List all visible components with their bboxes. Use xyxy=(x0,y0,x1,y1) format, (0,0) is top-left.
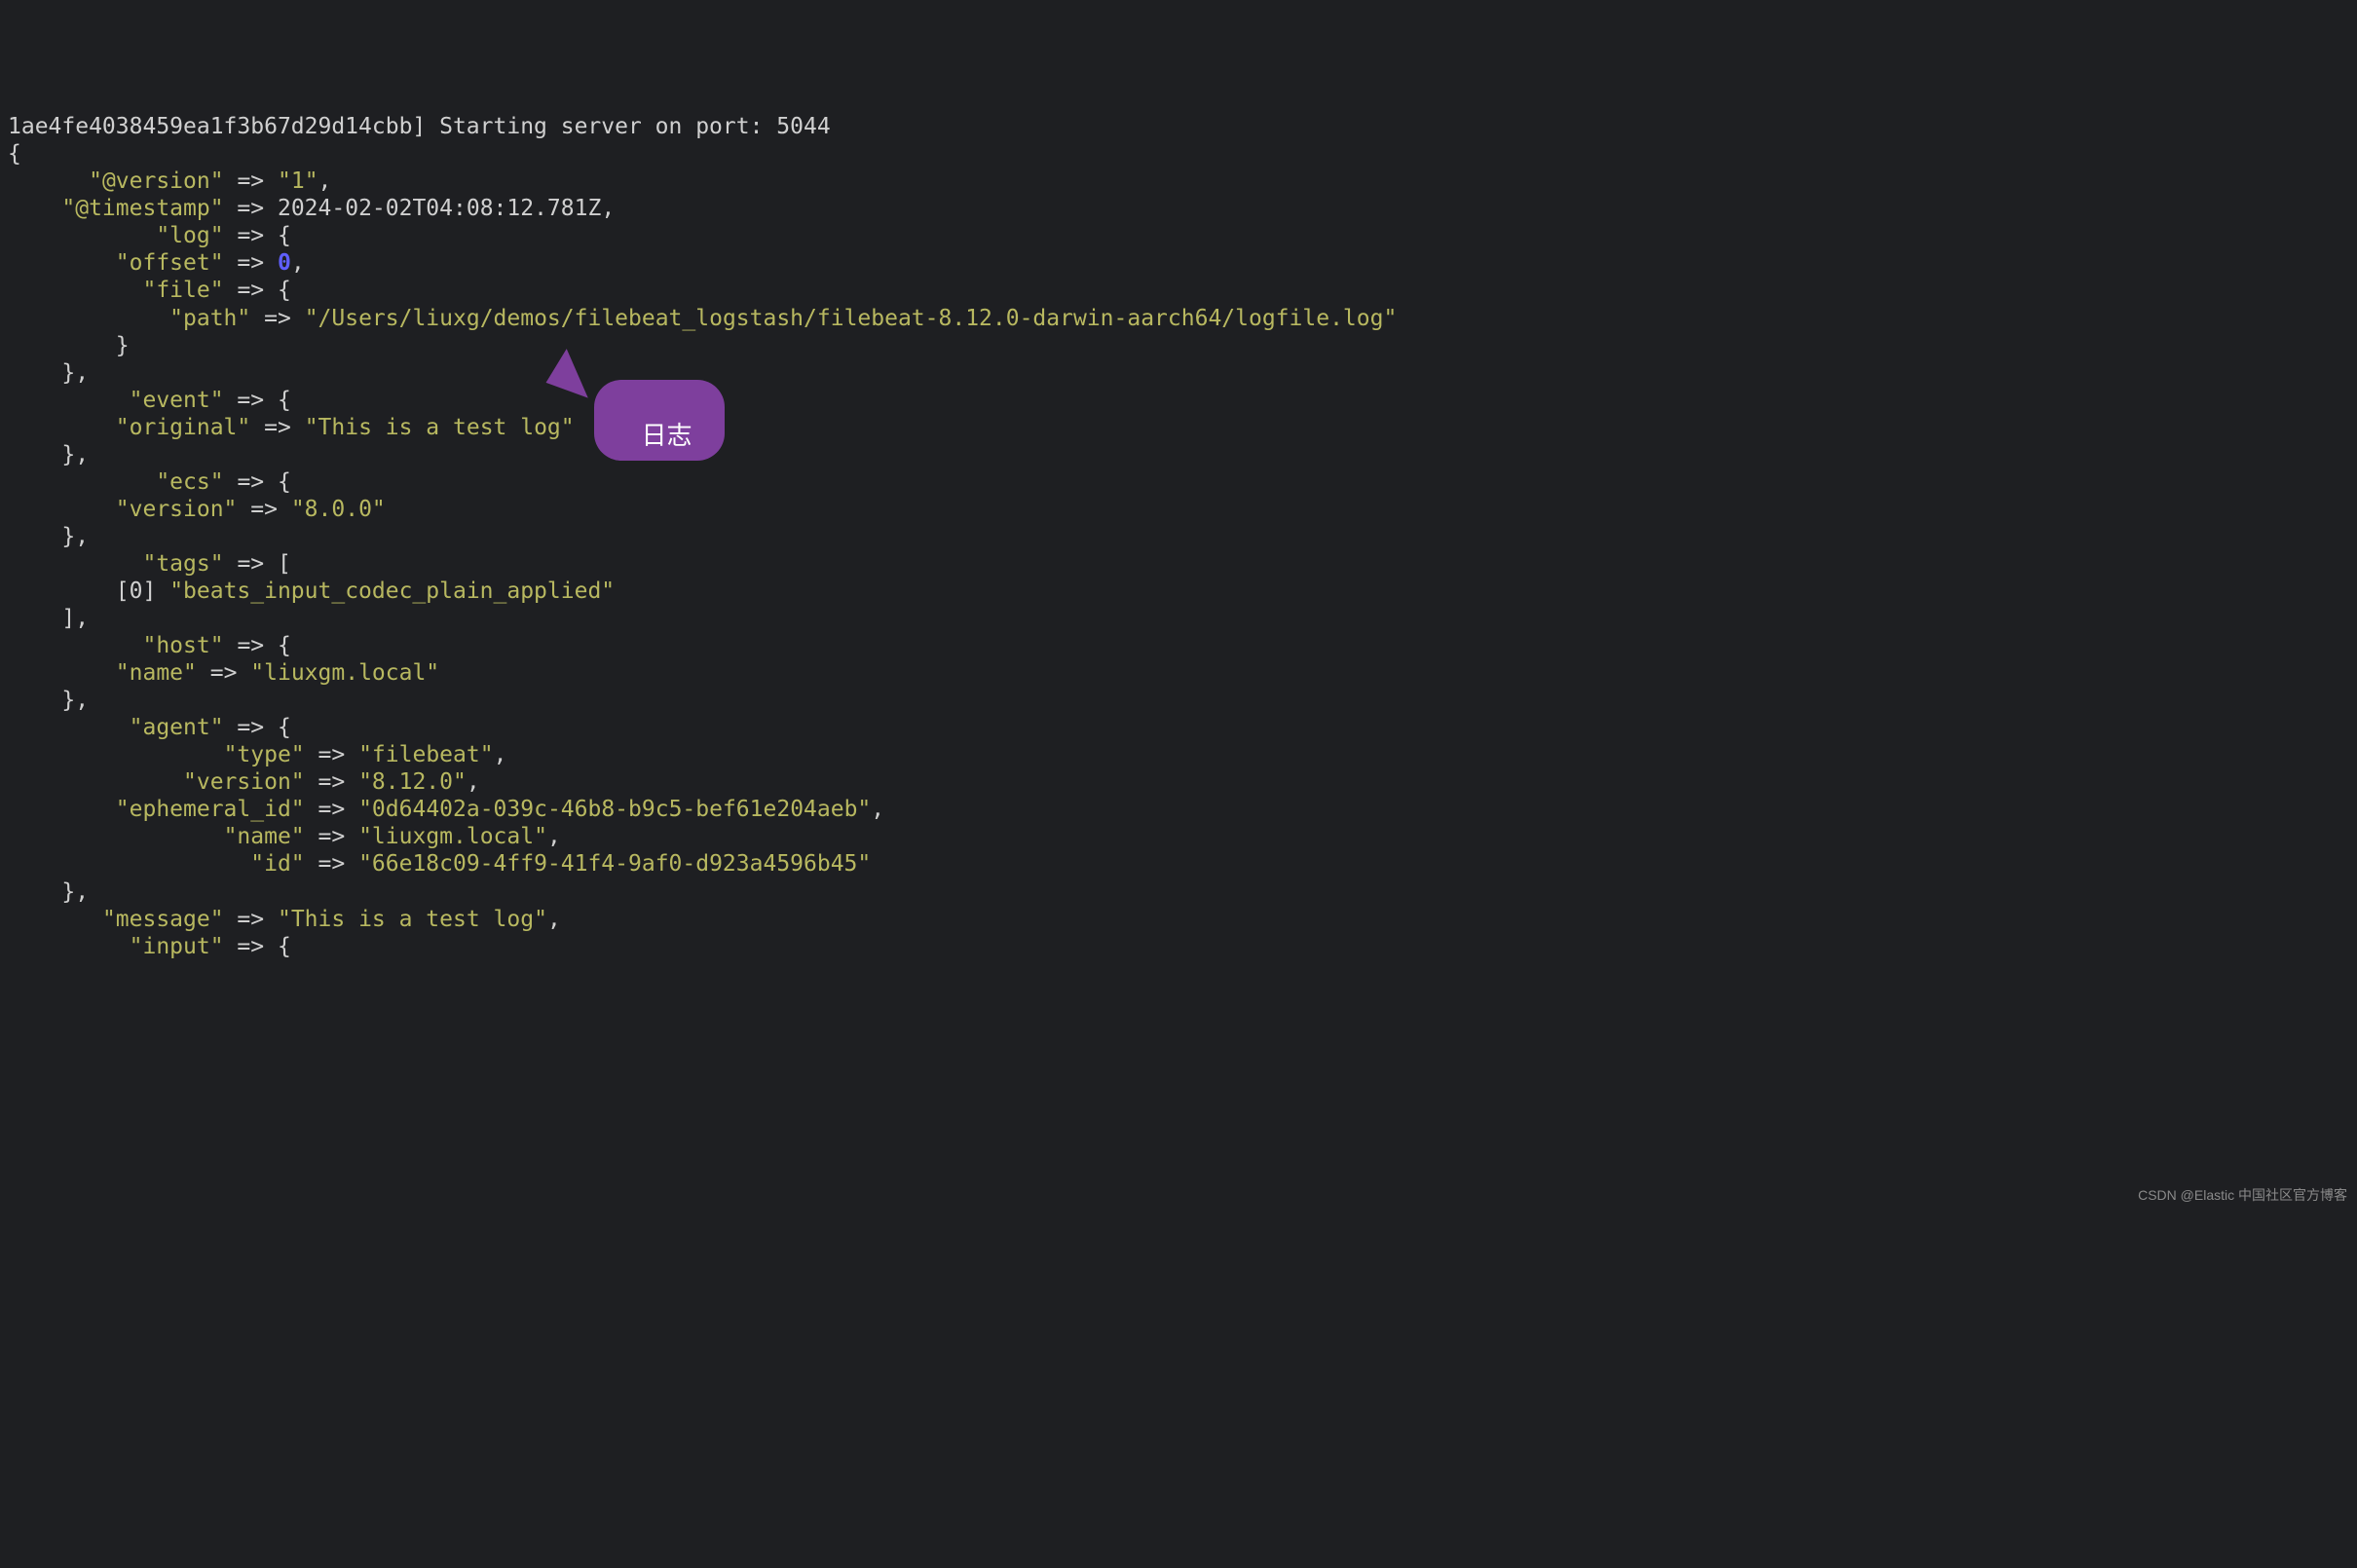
key-agent: "agent" xyxy=(130,715,224,740)
key-version: "@version" xyxy=(89,168,223,194)
key-input: "input" xyxy=(130,934,224,959)
annotation-label: 日志 xyxy=(641,421,692,450)
value-original: "This is a test log" xyxy=(305,415,575,440)
key-agent-name: "name" xyxy=(224,824,305,849)
key-original: "original" xyxy=(116,415,250,440)
key-host-name: "name" xyxy=(116,660,197,686)
key-agent-ephemeral-id: "ephemeral_id" xyxy=(116,797,305,822)
value-offset: 0 xyxy=(278,250,291,276)
key-ecs: "ecs" xyxy=(156,469,223,495)
key-host: "host" xyxy=(142,633,223,658)
value-agent-id: "66e18c09-4ff9-41f4-9af0-d923a4596b45" xyxy=(358,851,871,877)
value-agent-type: "filebeat" xyxy=(358,742,493,767)
value-message: "This is a test log" xyxy=(278,907,547,932)
key-log: "log" xyxy=(156,223,223,248)
key-agent-type: "type" xyxy=(224,742,305,767)
key-file: "file" xyxy=(142,278,223,303)
key-agent-version: "version" xyxy=(183,769,305,795)
tags-value: "beats_input_codec_plain_applied" xyxy=(169,579,615,604)
key-agent-id: "id" xyxy=(250,851,304,877)
key-ecs-version: "version" xyxy=(116,497,238,522)
value-agent-ephemeral-id: "0d64402a-039c-46b8-b9c5-bef61e204aeb" xyxy=(358,797,871,822)
watermark-text: CSDN @Elastic 中国社区官方博客 xyxy=(2138,1187,2347,1204)
key-timestamp: "@timestamp" xyxy=(61,196,223,221)
key-offset: "offset" xyxy=(116,250,224,276)
value-ecs-version: "8.0.0" xyxy=(291,497,386,522)
key-path: "path" xyxy=(169,306,250,331)
value-version: "1" xyxy=(278,168,318,194)
annotation-callout: 日志 xyxy=(594,380,725,461)
value-agent-version: "8.12.0" xyxy=(358,769,467,795)
tags-index: [0] xyxy=(116,579,157,604)
header-line: 1ae4fe4038459ea1f3b67d29d14cbb] Starting… xyxy=(8,114,831,139)
key-tags: "tags" xyxy=(142,551,223,577)
key-message: "message" xyxy=(102,907,224,932)
value-agent-name: "liuxgm.local" xyxy=(358,824,547,849)
value-path: "/Users/liuxg/demos/filebeat_logstash/fi… xyxy=(305,306,1398,331)
terminal-output: 1ae4fe4038459ea1f3b67d29d14cbb] Starting… xyxy=(8,113,2349,959)
value-timestamp: 2024-02-02T04:08:12.781Z xyxy=(278,196,601,221)
value-host-name: "liuxgm.local" xyxy=(250,660,439,686)
key-event: "event" xyxy=(130,388,224,413)
